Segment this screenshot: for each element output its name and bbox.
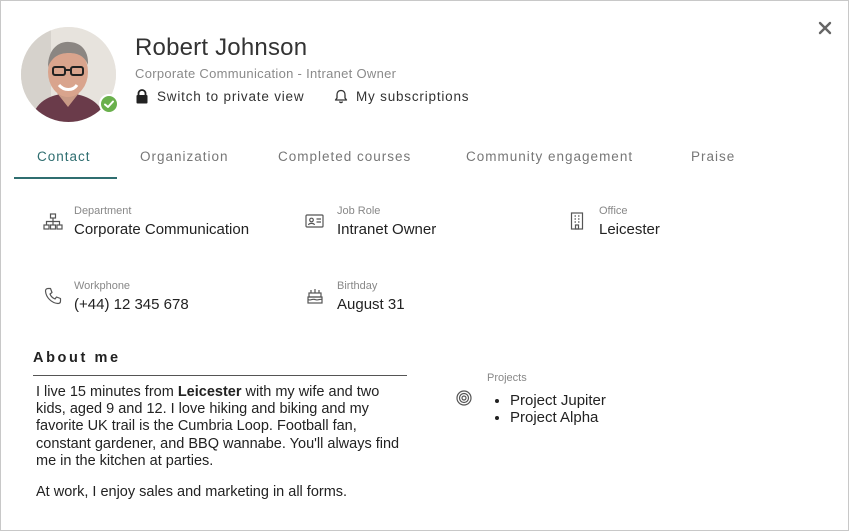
about-me-paragraph-1: I live 15 minutes from Leicester with my…	[36, 384, 400, 469]
projects-list: Project Jupiter Project Alpha	[492, 392, 606, 426]
office-value: Leicester	[599, 221, 660, 238]
about-me-paragraph-2: At work, I enjoy sales and marketing in …	[36, 484, 348, 501]
tab-organization[interactable]: Organization	[140, 149, 229, 164]
target-icon	[456, 390, 472, 411]
active-tab-indicator	[14, 177, 117, 179]
projects-label: Projects	[487, 372, 527, 384]
my-subscriptions-label: My subscriptions	[356, 89, 470, 104]
org-chart-icon	[43, 213, 63, 236]
phone-icon	[44, 287, 62, 310]
department-label: Department	[74, 205, 132, 217]
about-me-divider	[33, 375, 407, 376]
profile-subtitle: Corporate Communication - Intranet Owner	[135, 66, 397, 81]
tab-community-engagement[interactable]: Community engagement	[466, 149, 633, 164]
verified-badge-icon	[99, 94, 119, 114]
about-me-text: I live 15 minutes from Leicester with my…	[36, 384, 411, 515]
tab-contact[interactable]: Contact	[37, 149, 91, 164]
birthday-label: Birthday	[337, 280, 378, 292]
id-card-icon	[305, 213, 325, 234]
my-subscriptions-button[interactable]: My subscriptions	[334, 89, 469, 104]
department-value: Corporate Communication	[74, 221, 250, 238]
project-item: Project Jupiter	[510, 392, 606, 409]
lock-icon	[136, 89, 148, 104]
project-item: Project Alpha	[510, 409, 606, 426]
bell-icon	[334, 89, 348, 104]
building-icon	[570, 212, 584, 235]
workphone-label: Workphone	[74, 280, 131, 292]
profile-card: Robert Johnson Corporate Communication -…	[0, 0, 849, 531]
tab-completed-courses[interactable]: Completed courses	[278, 149, 411, 164]
office-label: Office	[599, 205, 628, 217]
switch-private-view-button[interactable]: Switch to private view	[135, 89, 304, 104]
birthday-value: August 31	[337, 296, 405, 313]
switch-private-view-label: Switch to private view	[157, 89, 305, 104]
profile-name: Robert Johnson	[135, 34, 308, 61]
tab-bar: Contact Organization Completed courses C…	[1, 141, 848, 179]
close-icon[interactable]	[816, 19, 834, 37]
job-role-value: Intranet Owner	[337, 221, 437, 238]
job-role-label: Job Role	[337, 205, 381, 217]
tab-praise[interactable]: Praise	[691, 149, 735, 164]
workphone-value: (+44) 12 345 678	[74, 296, 189, 313]
about-me-heading: About me	[33, 350, 121, 366]
birthday-cake-icon	[307, 287, 323, 310]
